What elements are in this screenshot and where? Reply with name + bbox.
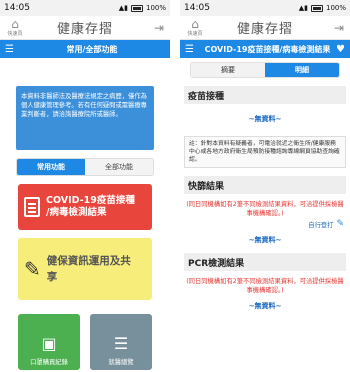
status-time: 14:05	[4, 3, 30, 13]
status-icons: ▲▮ 100%	[299, 4, 346, 12]
app-title: 健康存摺	[236, 22, 293, 37]
clipboard-icon	[24, 197, 40, 217]
covid-tile-line2: /病毒檢測結果	[46, 207, 107, 218]
logout-icon: ⇥	[153, 20, 164, 35]
page-title: 常用/全部功能	[66, 44, 118, 54]
home-icon: ⌂	[191, 16, 199, 31]
pcr-no-data: ~無資料~	[248, 302, 282, 310]
rapid-test-warning: (同日同機構如有2筆不同檢測結果資料，可洽提供採檢醫事機構確認。)	[186, 201, 344, 217]
menu-icon[interactable]: ☰	[185, 44, 194, 55]
nhi-tile-line1: 健保資訊運用及共	[46, 255, 131, 267]
result-tabs: 摘要 明細	[190, 62, 340, 78]
pcr-section-heading: PCR檢測結果	[184, 253, 346, 271]
battery-level: 100%	[325, 4, 346, 12]
list-icon: ☰	[113, 334, 129, 353]
logout-icon: ⇥	[333, 20, 344, 35]
pencil-icon: ✎	[336, 219, 344, 229]
covid-tile-label: COVID-19疫苗接種 /病毒檢測結果	[46, 195, 135, 219]
mask-icon: ▣	[41, 334, 57, 353]
medical-visits-tile[interactable]: ☰ 就醫總覽	[90, 314, 152, 370]
status-bar: 14:05 ▲▮ 100%	[0, 0, 170, 16]
tab-detail[interactable]: 明細	[265, 63, 339, 77]
pcr-warning: (同日同機構如有2筆不同檢測結果資料，可洽提供採檢醫事機構確認。)	[186, 278, 344, 294]
covid-results-tile[interactable]: COVID-19疫苗接種 /病毒檢測結果	[18, 184, 152, 230]
edit-icon: ✎	[24, 257, 41, 281]
rapid-test-no-data: ~無資料~	[248, 236, 282, 244]
self-register-button[interactable]: 自行登打 ✎	[184, 219, 344, 229]
battery-icon	[130, 4, 143, 12]
app-title: 健康存摺	[56, 22, 113, 37]
home-label: 快速頁	[187, 30, 203, 37]
mask-tile-label: 口罩購買紀錄	[30, 359, 68, 366]
home-button[interactable]: ⌂ 快速頁	[186, 16, 204, 37]
menu-icon[interactable]: ☰	[5, 44, 14, 55]
nav-bar: ☰ 常用/全部功能	[0, 40, 170, 58]
app-header: ⌂ 快速頁 健康存摺 ⇥	[0, 16, 170, 40]
tab-common-functions[interactable]: 常用功能	[17, 159, 85, 175]
logout-button[interactable]: ⇥	[326, 21, 344, 35]
status-time: 14:05	[184, 3, 210, 13]
tab-summary[interactable]: 摘要	[191, 63, 265, 77]
visits-tile-label: 就醫總覽	[108, 359, 134, 366]
signal-icon: ▲▮	[118, 4, 128, 12]
status-bar: 14:05 ▲▮ 100%	[180, 0, 350, 16]
page-title: COVID-19疫苗接種/病毒檢測結果	[204, 44, 331, 54]
favorite-heart-icon[interactable]: ♥	[336, 44, 345, 55]
status-icons: ▲▮ 100%	[119, 4, 166, 12]
home-label: 快速頁	[7, 30, 23, 37]
vaccine-note: 註：針對本資料有疑義者，可電洽就近之衛生所/健康服務中心或各地方政府衛生局預防接…	[184, 136, 346, 168]
nav-bar: ☰ COVID-19疫苗接種/病毒檢測結果 ♥	[180, 40, 350, 58]
rapid-test-section-heading: 快篩結果	[184, 176, 346, 194]
right-screen: 14:05 ▲▮ 100% ⌂ 快速頁 健康存摺 ⇥ ☰ COVID-19疫苗接…	[180, 0, 350, 372]
signal-icon: ▲▮	[298, 4, 308, 12]
small-tiles-row: ▣ 口罩購買紀錄 ☰ 就醫總覽	[18, 314, 152, 370]
home-icon: ⌂	[11, 16, 19, 31]
battery-icon	[310, 4, 323, 12]
nhi-tile-label: 健保資訊運用及共 享	[47, 253, 131, 285]
self-register-label: 自行登打	[308, 221, 334, 229]
app-header: ⌂ 快速頁 健康存摺 ⇥	[180, 16, 350, 40]
vaccine-section-heading: 疫苗接種	[184, 86, 346, 104]
disclaimer-notice: 本資料非醫師法及醫療法規定之病歷，僅作為個人健康管理參考。若有任何疑問或需醫療專…	[16, 86, 154, 150]
vaccine-no-data: ~無資料~	[248, 115, 282, 123]
logout-button[interactable]: ⇥	[146, 21, 164, 35]
nhi-info-sharing-tile[interactable]: ✎ 健保資訊運用及共 享	[18, 238, 152, 300]
tab-all-functions[interactable]: 全部功能	[85, 159, 153, 175]
battery-level: 100%	[145, 4, 166, 12]
nhi-tile-line2: 享	[46, 271, 58, 283]
function-toggle: 常用功能 全部功能	[16, 158, 154, 176]
mask-purchase-tile[interactable]: ▣ 口罩購買紀錄	[18, 314, 80, 370]
home-button[interactable]: ⌂ 快速頁	[6, 16, 24, 37]
covid-tile-line1: COVID-19疫苗接種	[46, 195, 135, 206]
left-screen: 14:05 ▲▮ 100% ⌂ 快速頁 健康存摺 ⇥ ☰ 常用/全部功能 本資料…	[0, 0, 170, 372]
